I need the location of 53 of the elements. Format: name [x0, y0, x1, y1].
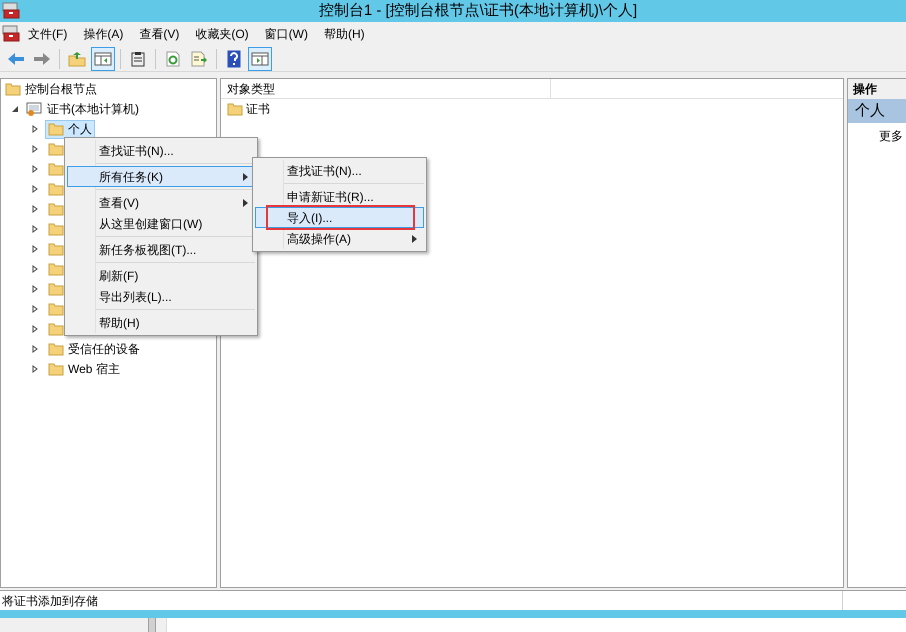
folder-icon — [48, 122, 64, 136]
tree-item[interactable]: 受信任的设备 — [68, 340, 140, 358]
menu-item[interactable]: 导入(I)... — [255, 207, 424, 228]
menu-item[interactable]: 所有任务(K) — [67, 166, 255, 187]
menu-item[interactable]: 帮助(H) — [67, 312, 255, 333]
folder-icon — [48, 142, 64, 156]
folder-icon — [48, 242, 64, 256]
action-pane-title: 操作 — [848, 79, 906, 99]
tree-pane-icon[interactable] — [91, 46, 115, 70]
expanded-arrow-icon[interactable] — [11, 105, 21, 113]
action-link[interactable]: 更多 — [848, 123, 906, 145]
splitter-bar — [148, 618, 156, 632]
menu-item[interactable]: 新任务板视图(T)... — [67, 239, 255, 260]
menu-item[interactable]: 窗口(W) — [256, 25, 316, 43]
menu-item[interactable]: 导出列表(L)... — [67, 286, 255, 307]
folder-icon — [48, 322, 64, 336]
folder-icon — [48, 362, 64, 376]
folder-icon — [48, 262, 64, 276]
column-header[interactable]: 对象类型 — [221, 79, 551, 98]
menu-item[interactable]: 查看(V) — [67, 192, 255, 213]
folder-icon — [48, 342, 64, 356]
menu-item[interactable]: 查看(V) — [131, 25, 188, 43]
menu-item[interactable]: 从这里创建窗口(W) — [67, 213, 255, 234]
submenu-arrow-icon — [243, 198, 248, 206]
folder-icon — [48, 282, 64, 296]
menu-item[interactable]: 查找证书(N)... — [67, 140, 255, 161]
submenu-arrow-icon — [243, 172, 248, 180]
toolbox-icon — [2, 25, 20, 43]
menu-item[interactable]: 申请新证书(R)... — [255, 186, 424, 207]
tree-item[interactable]: Web 宿主 — [68, 360, 120, 378]
folder-icon — [48, 222, 64, 236]
window-title: 控制台1 - [控制台根节点\证书(本地计算机)\个人] — [318, 0, 638, 21]
folder-icon — [48, 302, 64, 316]
submenu-arrow-icon — [412, 234, 417, 242]
folder-icon — [227, 102, 243, 116]
menu-item[interactable]: 高级操作(A) — [255, 228, 424, 249]
menu-item[interactable]: 文件(F) — [20, 25, 76, 43]
action-pane-icon[interactable] — [248, 46, 272, 70]
folder-icon — [48, 202, 64, 216]
folder-icon — [5, 82, 21, 96]
list-item[interactable]: 证书 — [246, 100, 270, 118]
folder-icon — [48, 162, 64, 176]
menu-item[interactable]: 刷新(F) — [67, 265, 255, 286]
menu-item[interactable]: 收藏夹(O) — [187, 25, 257, 43]
tree-item[interactable]: 证书(本地计算机) — [47, 100, 139, 118]
action-section-header[interactable]: 个人 — [848, 99, 906, 123]
certificate-computer-icon — [25, 101, 43, 117]
folder-icon — [48, 182, 64, 196]
menu-item[interactable]: 操作(A) — [75, 25, 132, 43]
tree-item[interactable]: 控制台根节点 — [25, 80, 97, 98]
menu-item[interactable]: 帮助(H) — [316, 25, 373, 43]
toolbox-icon — [2, 2, 20, 20]
menu-item[interactable]: 查找证书(N)... — [255, 160, 424, 181]
